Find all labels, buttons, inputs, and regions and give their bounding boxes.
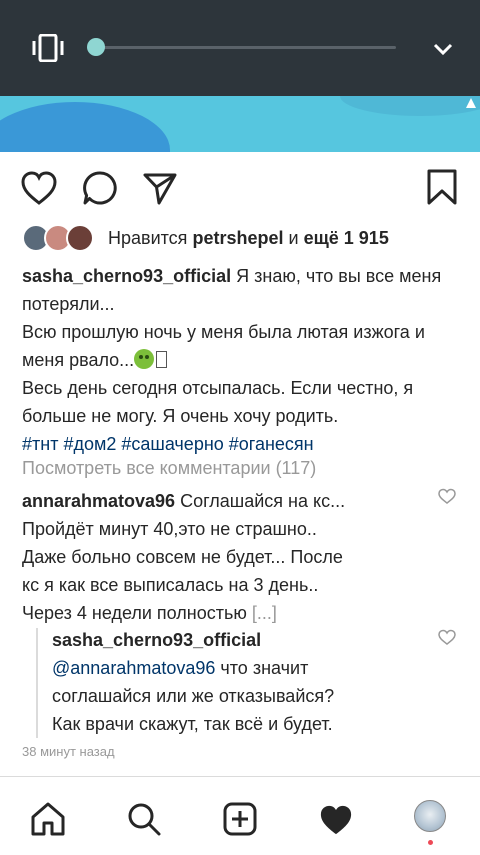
volume-bar	[0, 0, 480, 96]
add-post-icon[interactable]	[222, 801, 258, 837]
heart-icon[interactable]	[20, 170, 58, 206]
reply-mention[interactable]: @annarahmatova96	[52, 658, 215, 678]
bookmark-icon[interactable]	[426, 168, 458, 206]
comment-like-icon[interactable]	[438, 488, 456, 504]
post-caption: sasha_cherno93_official Я знаю, что вы в…	[22, 262, 464, 458]
reply-text: соглашайся или же отказывайся?	[52, 686, 335, 706]
comment-text: Через 4 недели полностью	[22, 603, 247, 623]
likes-text: Нравится petrshepel и ещё 1 915	[108, 228, 389, 249]
more-link[interactable]: [...]	[252, 603, 277, 623]
post-actions	[0, 152, 480, 222]
comment-icon[interactable]	[82, 170, 118, 206]
notification-dot	[428, 840, 433, 845]
volume-slider-knob[interactable]	[87, 38, 105, 56]
image-mark	[466, 98, 476, 108]
send-icon[interactable]	[142, 172, 178, 206]
chevron-down-icon[interactable]	[432, 38, 454, 60]
reply-text: что значит	[215, 658, 309, 678]
reply-text: Как врачи скажут, так всё и будет.	[52, 714, 333, 734]
comment-text: Соглашайся на кс...	[180, 491, 346, 511]
post-image	[0, 96, 480, 152]
vibrate-icon[interactable]	[30, 34, 66, 62]
liker-username[interactable]: petrshepel	[192, 228, 283, 248]
image-shape	[340, 96, 480, 116]
post-timestamp: 38 минут назад	[22, 744, 115, 759]
home-icon[interactable]	[30, 801, 66, 837]
caption-username[interactable]: sasha_cherno93_official	[22, 266, 231, 286]
view-all-comments[interactable]: Посмотреть все комментарии (117)	[22, 458, 316, 479]
reply-like-icon[interactable]	[438, 629, 456, 645]
reply-comment: sasha_cherno93_official @annarahmatova96…	[52, 626, 432, 738]
likes-prefix: Нравится	[108, 228, 188, 248]
likes-row[interactable]: Нравится petrshepel и ещё 1 915	[22, 224, 462, 254]
caption-hashtags[interactable]: #тнт #дом2 #сашачерно #оганесян	[22, 434, 314, 454]
volume-slider-track[interactable]	[96, 46, 396, 49]
activity-heart-icon[interactable]	[318, 803, 354, 837]
profile-avatar[interactable]	[414, 800, 446, 832]
caption-text: Всю прошлую ночь у меня была лютая изжог…	[22, 322, 425, 370]
avatar	[66, 224, 94, 252]
likes-connector: и	[288, 228, 299, 248]
reply-thread-line	[36, 628, 38, 738]
bottom-nav	[0, 776, 480, 855]
comment: annarahmatova96 Соглашайся на кс... Прой…	[22, 487, 422, 627]
reply-username[interactable]: sasha_cherno93_official	[52, 630, 261, 650]
image-shape	[0, 102, 170, 152]
missing-glyph-icon	[156, 351, 168, 368]
comment-username[interactable]: annarahmatova96	[22, 491, 175, 511]
comment-text: кс я как все выписалась на 3 день..	[22, 575, 319, 595]
search-icon[interactable]	[126, 801, 162, 837]
nauseated-emoji-icon	[134, 349, 155, 369]
likes-count[interactable]: ещё 1 915	[304, 228, 389, 248]
comment-text: Пройдёт минут 40,это не страшно..	[22, 519, 317, 539]
comment-text: Даже больно совсем не будет... После	[22, 547, 343, 567]
caption-text: Весь день сегодня отсыпалась. Если честн…	[22, 378, 414, 426]
